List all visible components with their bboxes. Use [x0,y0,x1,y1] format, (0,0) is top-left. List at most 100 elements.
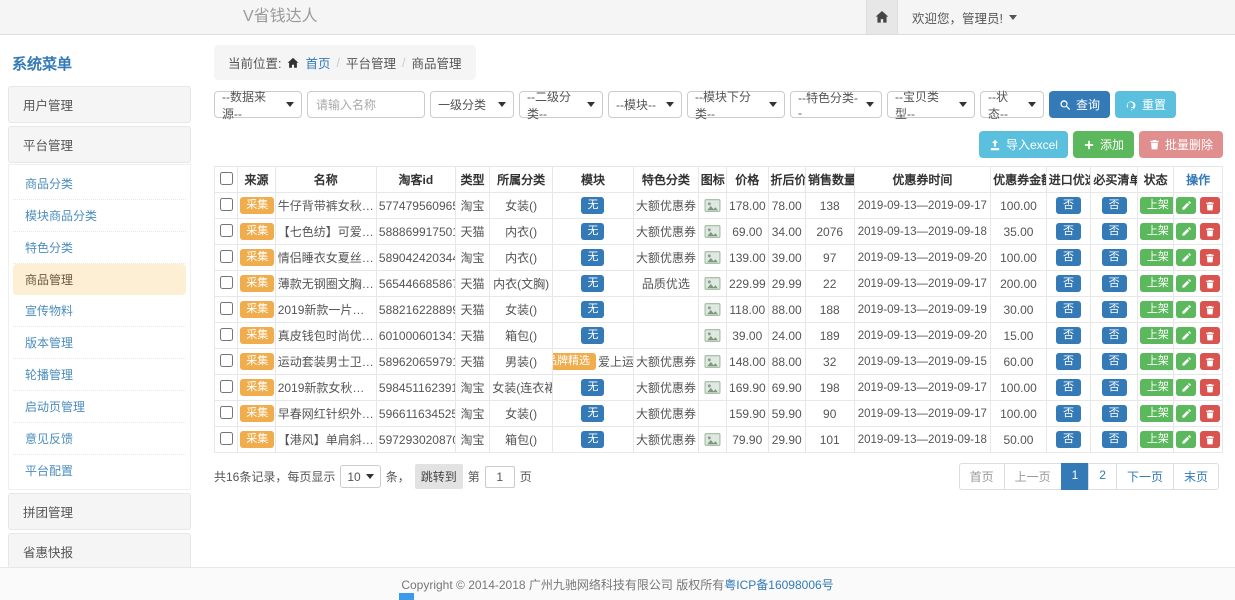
pager-button-2[interactable]: 2 [1088,463,1117,490]
delete-button[interactable] [1200,405,1220,422]
must-buy-toggle-button[interactable]: 否 [1102,379,1127,396]
status-button[interactable]: 上架 [1140,197,1174,214]
must-buy-toggle-button[interactable]: 否 [1102,223,1127,240]
must-buy-toggle-button[interactable]: 否 [1102,197,1127,214]
delete-button[interactable] [1200,353,1220,370]
import-toggle-button[interactable]: 否 [1056,327,1081,344]
import-toggle-button[interactable]: 否 [1056,197,1081,214]
import-toggle-button[interactable]: 否 [1056,275,1081,292]
status-button[interactable]: 上架 [1140,405,1174,422]
edit-button[interactable] [1176,379,1196,396]
sidebar-item-group-buy-management[interactable]: 拼团管理 [8,493,191,530]
edit-button[interactable] [1176,327,1196,344]
row-checkbox[interactable] [220,224,233,237]
user-menu[interactable]: 欢迎您，管理员! [912,8,1017,27]
delete-button[interactable] [1200,327,1220,344]
status-button[interactable]: 上架 [1140,353,1174,370]
breadcrumb-home-link[interactable]: 首页 [305,53,330,72]
filter-select-feature-category[interactable]: --特色分类-- [790,91,882,118]
add-button[interactable]: 添加 [1073,131,1134,158]
edit-button[interactable] [1176,353,1196,370]
sidebar-item-module-goods-category[interactable]: 模块商品分类 [13,200,186,232]
jump-page-input[interactable] [485,466,515,488]
import-toggle-button[interactable]: 否 [1056,431,1081,448]
row-checkbox[interactable] [220,328,233,341]
import-toggle-button[interactable]: 否 [1056,249,1081,266]
delete-button[interactable] [1200,379,1220,396]
pager-button-下一页[interactable]: 下一页 [1116,463,1174,490]
search-input[interactable] [307,91,425,118]
pager-button-首页[interactable]: 首页 [959,463,1005,490]
batch-delete-button[interactable]: 批量删除 [1139,131,1223,158]
edit-button[interactable] [1176,431,1196,448]
filter-select-level2-category[interactable]: --二级分类-- [519,91,603,118]
must-buy-toggle-button[interactable]: 否 [1102,301,1127,318]
sidebar-item-platform-config[interactable]: 平台配置 [13,455,186,486]
delete-button[interactable] [1200,275,1220,292]
import-toggle-button[interactable]: 否 [1056,223,1081,240]
row-checkbox[interactable] [220,198,233,211]
sidebar-item-version-management[interactable]: 版本管理 [13,327,186,359]
filter-select-item-type[interactable]: --宝贝类型-- [887,91,975,118]
must-buy-toggle-button[interactable]: 否 [1102,405,1127,422]
edit-button[interactable] [1176,275,1196,292]
sidebar-item-feedback[interactable]: 意见反馈 [13,423,186,455]
status-button[interactable]: 上架 [1140,275,1174,292]
row-checkbox[interactable] [220,302,233,315]
status-button[interactable]: 上架 [1140,379,1174,396]
status-button[interactable]: 上架 [1140,301,1174,318]
row-checkbox[interactable] [220,432,233,445]
sidebar-item-carousel-management[interactable]: 轮播管理 [13,359,186,391]
pager-button-上一页[interactable]: 上一页 [1004,463,1062,490]
status-button[interactable]: 上架 [1140,431,1174,448]
row-checkbox[interactable] [220,354,233,367]
sidebar-item-saving-express[interactable]: 省惠快报 [8,533,191,568]
delete-button[interactable] [1200,431,1220,448]
filter-select-level1-category[interactable]: 一级分类 [430,91,514,118]
filter-select-status[interactable]: --状态-- [980,91,1044,118]
home-button[interactable] [866,0,898,34]
edit-button[interactable] [1176,249,1196,266]
icp-link[interactable]: 粤ICP备16098006号 [724,576,833,593]
must-buy-toggle-button[interactable]: 否 [1102,353,1127,370]
query-button[interactable]: 查询 [1049,91,1110,118]
delete-button[interactable] [1200,301,1220,318]
must-buy-toggle-button[interactable]: 否 [1102,249,1127,266]
edit-button[interactable] [1176,301,1196,318]
filter-select-data-source[interactable]: --数据来源-- [214,91,302,118]
edit-button[interactable] [1176,197,1196,214]
sidebar-item-goods-category[interactable]: 商品分类 [13,168,186,200]
pager-button-1[interactable]: 1 [1061,463,1090,490]
edit-button[interactable] [1176,223,1196,240]
filter-select-module[interactable]: --模块-- [608,91,682,118]
status-button[interactable]: 上架 [1140,249,1174,266]
import-toggle-button[interactable]: 否 [1056,405,1081,422]
select-all-checkbox[interactable] [220,172,233,185]
sidebar-item-goods-management[interactable]: 商品管理 [13,264,186,295]
must-buy-toggle-button[interactable]: 否 [1102,431,1127,448]
must-buy-toggle-button[interactable]: 否 [1102,275,1127,292]
row-checkbox[interactable] [220,406,233,419]
import-toggle-button[interactable]: 否 [1056,301,1081,318]
edit-button[interactable] [1176,405,1196,422]
row-checkbox[interactable] [220,250,233,263]
sidebar-item-splash-page-management[interactable]: 启动页管理 [13,391,186,423]
import-toggle-button[interactable]: 否 [1056,353,1081,370]
sidebar-item-promo-materials[interactable]: 宣传物料 [13,295,186,327]
import-excel-button[interactable]: 导入excel [979,131,1068,158]
delete-button[interactable] [1200,223,1220,240]
status-button[interactable]: 上架 [1140,327,1174,344]
must-buy-toggle-button[interactable]: 否 [1102,327,1127,344]
reset-button[interactable]: 重置 [1115,91,1176,118]
pager-button-末页[interactable]: 末页 [1173,463,1219,490]
import-toggle-button[interactable]: 否 [1056,379,1081,396]
row-checkbox[interactable] [220,380,233,393]
page-size-select[interactable]: 10 [340,465,380,488]
sidebar-item-user-management[interactable]: 用户管理 [8,86,191,123]
sidebar-item-platform-management[interactable]: 平台管理 [8,126,191,163]
status-button[interactable]: 上架 [1140,223,1174,240]
delete-button[interactable] [1200,249,1220,266]
row-checkbox[interactable] [220,276,233,289]
sidebar-item-feature-category[interactable]: 特色分类 [13,232,186,264]
delete-button[interactable] [1200,197,1220,214]
